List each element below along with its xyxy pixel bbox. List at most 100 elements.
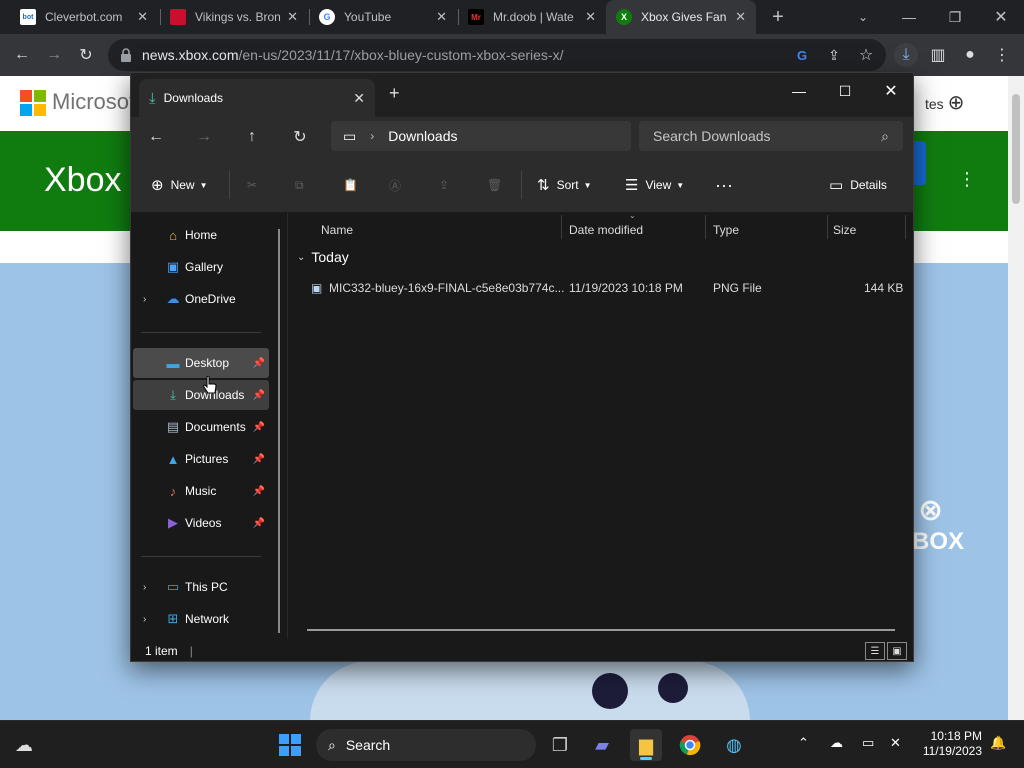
taskbar-search[interactable]: ⌕ Search xyxy=(316,729,536,761)
column-header-size[interactable]: Size xyxy=(833,219,856,241)
chevron-right-icon[interactable]: › xyxy=(370,129,374,143)
microsoft-logo-icon[interactable] xyxy=(20,90,46,116)
maximize-icon[interactable]: ☐ xyxy=(823,77,867,105)
google-lens-icon[interactable]: G xyxy=(790,43,814,67)
forward-arrow-icon[interactable]: → xyxy=(42,43,66,67)
new-tab-button[interactable]: + xyxy=(389,83,400,104)
more-options-icon[interactable]: ··· xyxy=(715,173,733,197)
close-window-icon[interactable]: ✕ xyxy=(869,77,913,105)
nav-item-downloads[interactable]: ⤓ Downloads 📌 xyxy=(133,380,269,410)
microsoft-brand[interactable]: Microsoft xyxy=(52,89,141,115)
tab-search-chevron-icon[interactable]: ⌄ xyxy=(840,0,886,34)
back-arrow-icon[interactable]: ← xyxy=(10,43,34,67)
refresh-icon[interactable]: ↻ xyxy=(287,125,313,149)
task-view-icon[interactable]: ❐ xyxy=(544,729,576,761)
browser-tab-mrdoob[interactable]: Mr Mr.doob | Wate ✕ xyxy=(458,0,606,34)
menu-kebab-icon[interactable]: ⋮ xyxy=(990,43,1014,67)
view-button[interactable]: ☰ View ▼ xyxy=(625,173,684,197)
new-tab-button[interactable]: + xyxy=(755,0,801,34)
back-arrow-icon[interactable]: ← xyxy=(143,125,169,149)
browser-tab-xbox[interactable]: X Xbox Gives Fan ✕ xyxy=(606,0,756,34)
teams-icon[interactable]: ▰ xyxy=(586,729,618,761)
horizontal-scrollbar[interactable] xyxy=(307,629,895,631)
pin-icon[interactable]: 📌 xyxy=(253,422,265,433)
pin-icon[interactable]: 📌 xyxy=(253,390,265,401)
up-arrow-icon[interactable]: ↑ xyxy=(239,125,265,149)
details-button[interactable]: ▭ Details xyxy=(829,173,887,197)
chevron-down-icon[interactable]: ⌄ xyxy=(297,252,305,263)
volume-muted-icon[interactable]: ✕ xyxy=(890,735,901,751)
address-bar[interactable]: news.xbox.com/en-us/2023/11/17/xbox-blue… xyxy=(108,39,886,71)
pin-icon[interactable]: 📌 xyxy=(253,454,265,465)
weather-icon[interactable]: ☁ xyxy=(8,729,40,761)
breadcrumb[interactable]: ▭ › Downloads xyxy=(331,121,631,151)
globe-icon[interactable]: ⊕ xyxy=(948,92,965,114)
hero-menu-kebab-icon[interactable]: ⋮ xyxy=(958,169,976,190)
pin-icon[interactable]: 📌 xyxy=(253,358,265,369)
delete-icon[interactable]: 🗑 xyxy=(487,173,502,197)
close-tab-icon[interactable]: ✕ xyxy=(585,9,596,25)
pin-icon[interactable]: 📌 xyxy=(253,518,265,529)
column-header-date-modified[interactable]: Date modified xyxy=(569,219,643,241)
nav-item-onedrive[interactable]: › ☁ OneDrive xyxy=(133,284,269,314)
close-tab-icon[interactable]: ✕ xyxy=(735,9,746,25)
this-pc-icon[interactable]: ▭ xyxy=(343,128,356,145)
browser-tab-vikings[interactable]: Vikings vs. Bron ✕ xyxy=(160,0,308,34)
details-view-icon[interactable]: ☰ xyxy=(865,642,885,660)
chevron-right-icon[interactable]: › xyxy=(143,614,146,625)
reload-icon[interactable]: ↻ xyxy=(74,43,98,67)
nav-scrollbar[interactable] xyxy=(278,229,280,633)
share-icon[interactable]: ⇪ xyxy=(439,173,449,197)
bookmark-star-icon[interactable]: ☆ xyxy=(854,43,878,67)
group-header-today[interactable]: ⌄ Today xyxy=(297,249,349,265)
nav-item-documents[interactable]: ▤ Documents 📌 xyxy=(133,412,269,442)
taskbar-clock[interactable]: 10:18 PM 11/19/2023 xyxy=(918,729,982,759)
cut-icon[interactable]: ✂ xyxy=(247,173,257,197)
browser-globe-taskbar-icon[interactable]: ◍ xyxy=(718,729,750,761)
nav-item-videos[interactable]: ▶ Videos 📌 xyxy=(133,508,269,538)
nav-item-this-pc[interactable]: › ▭ This PC xyxy=(133,572,269,602)
page-scrollbar[interactable] xyxy=(1008,76,1024,720)
share-icon[interactable]: ⇪ xyxy=(822,43,846,67)
breadcrumb-downloads[interactable]: Downloads xyxy=(388,128,457,144)
large-icons-view-icon[interactable]: ▣ xyxy=(887,642,907,660)
chevron-right-icon[interactable]: › xyxy=(143,294,146,305)
minimize-icon[interactable]: — xyxy=(886,0,932,34)
close-tab-icon[interactable]: ✕ xyxy=(137,9,148,25)
chrome-taskbar-icon[interactable] xyxy=(674,729,706,761)
close-tab-icon[interactable]: ✕ xyxy=(436,9,447,25)
pin-icon[interactable]: 📌 xyxy=(253,486,265,497)
explorer-tab-downloads[interactable]: ⤓ Downloads ✕ xyxy=(139,79,375,117)
sites-link[interactable]: tes ⊕ xyxy=(925,90,964,115)
column-header-type[interactable]: Type xyxy=(713,219,739,241)
profile-icon[interactable]: ● xyxy=(958,43,982,67)
network-tray-icon[interactable]: ▭ xyxy=(862,735,874,751)
notification-bell-icon[interactable]: 🔔 xyxy=(990,735,1006,751)
nav-item-home[interactable]: ⌂ Home xyxy=(133,220,269,250)
sort-button[interactable]: ⇅ Sort ▼ xyxy=(537,173,592,197)
onedrive-tray-icon[interactable]: ☁ xyxy=(830,735,843,751)
nav-item-desktop[interactable]: ▬ Desktop 📌 xyxy=(133,348,269,378)
file-explorer-taskbar-icon[interactable]: ▆ xyxy=(630,729,662,761)
downloads-icon[interactable]: ⤓ xyxy=(894,43,918,67)
close-window-icon[interactable]: ✕ xyxy=(978,0,1024,34)
side-panel-icon[interactable]: ▥ xyxy=(926,43,950,67)
start-button[interactable] xyxy=(274,729,306,761)
rename-icon[interactable]: Ⓐ xyxy=(389,173,401,197)
minimize-icon[interactable]: — xyxy=(777,77,821,105)
forward-arrow-icon[interactable]: → xyxy=(191,125,217,149)
nav-item-pictures[interactable]: ▲ Pictures 📌 xyxy=(133,444,269,474)
column-header-name[interactable]: Name xyxy=(321,219,353,241)
chevron-right-icon[interactable]: › xyxy=(143,582,146,593)
copy-icon[interactable]: ⧉ xyxy=(295,173,304,197)
restore-icon[interactable]: ❐ xyxy=(932,0,978,34)
nav-item-network[interactable]: › ⊞ Network xyxy=(133,604,269,634)
lock-icon[interactable] xyxy=(120,48,132,62)
nav-item-music[interactable]: ♪ Music 📌 xyxy=(133,476,269,506)
browser-tab-cleverbot[interactable]: bot Cleverbot.com ✕ xyxy=(10,0,158,34)
show-hidden-icons-chevron-icon[interactable]: ⌃ xyxy=(798,735,809,751)
nav-item-gallery[interactable]: ▣ Gallery xyxy=(133,252,269,282)
browser-tab-youtube[interactable]: G YouTube ✕ xyxy=(309,0,457,34)
paste-icon[interactable]: 📋 xyxy=(343,173,358,197)
table-row[interactable]: ▣ MIC332-bluey-16x9-FINAL-c5e8e03b774c..… xyxy=(289,277,913,301)
